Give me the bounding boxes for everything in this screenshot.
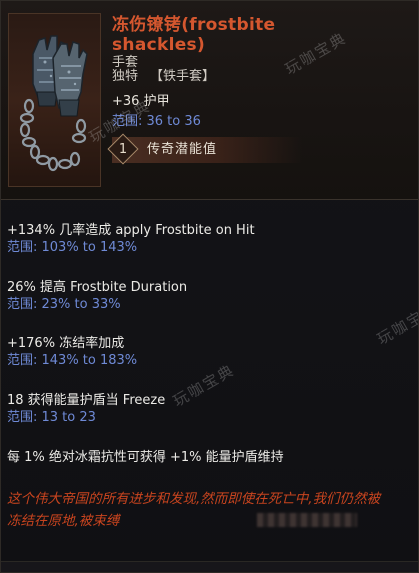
shackled-gauntlets-icon (19, 35, 88, 172)
item-rarity: 独特 (112, 69, 139, 84)
item-rarity-line: 独特 【铁手套】 (112, 69, 215, 85)
item-base-type: 【铁手套】 (150, 69, 216, 84)
legendary-potential-label: 传奇潜能值 (147, 142, 218, 157)
affix-1-range: 范围: 103% to 143% (7, 240, 138, 255)
affix-2: 26% 提高 Frostbite Duration (7, 280, 188, 295)
affix-3: +176% 冻结率加成 (7, 336, 125, 351)
tooltip-footer (1, 561, 418, 572)
affix-4-range: 范围: 13 to 23 (7, 410, 96, 425)
affix-3-range: 范围: 143% to 183% (7, 353, 138, 368)
item-tooltip: 冻伤镣铐(frostbite shackles) 手套 独特 【铁手套】 +36 … (0, 0, 419, 573)
affix-4: 18 获得能量护盾当 Freeze (7, 393, 166, 408)
tooltip-header: 冻伤镣铐(frostbite shackles) 手套 独特 【铁手套】 +36 … (1, 1, 418, 200)
affix-2-range: 范围: 23% to 33% (7, 297, 121, 312)
item-icon-frame (8, 13, 101, 187)
affix-5: 每 1% 绝对冰霜抗性可获得 +1% 能量护盾维持 (7, 450, 284, 465)
watermark: 玩咖宝典 (170, 360, 238, 411)
affix-1: +134% 几率造成 apply Frostbite on Hit (7, 223, 255, 238)
redacted-text (257, 513, 357, 527)
watermark: 玩咖宝典 (374, 298, 419, 349)
legendary-potential-value: 1 (118, 142, 128, 157)
